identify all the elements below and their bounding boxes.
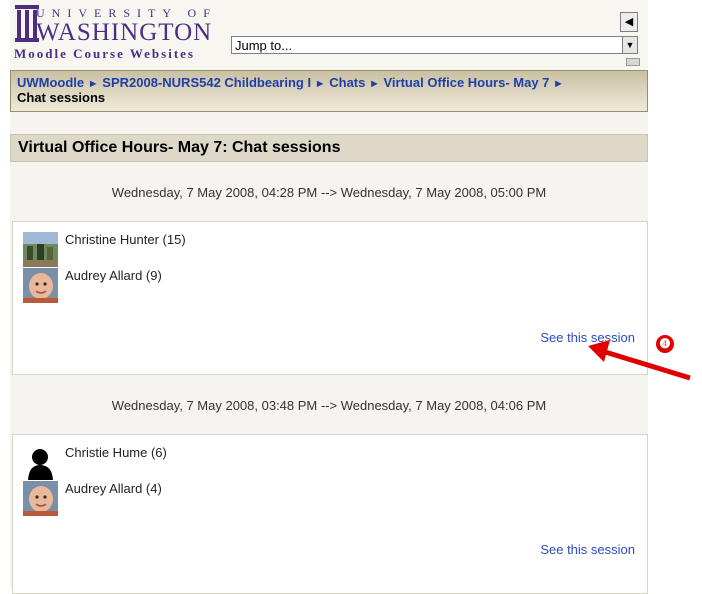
avatar[interactable] [23, 268, 58, 303]
breadcrumb: UWMoodle ► SPR2008-NURS542 Childbearing … [10, 70, 648, 112]
nav-next-button[interactable] [626, 58, 640, 66]
breadcrumb-chats[interactable]: Chats [329, 75, 365, 90]
page-title: Virtual Office Hours- May 7: Chat sessio… [10, 134, 648, 162]
avatar[interactable] [23, 232, 58, 267]
nav-prev-button[interactable]: ◀ [620, 12, 638, 32]
logo-subtitle: Moodle Course Websites [14, 46, 195, 61]
silhouette-icon[interactable] [23, 445, 58, 480]
user-name[interactable]: Christie Hume (6) [65, 445, 167, 460]
breadcrumb-separator-icon: ► [368, 78, 380, 90]
logo-washington: WASHINGTON [36, 19, 213, 46]
breadcrumb-course[interactable]: SPR2008-NURS542 Childbearing I [102, 75, 311, 90]
breadcrumb-separator-icon: ► [314, 78, 326, 90]
user-name[interactable]: Audrey Allard (9) [65, 268, 162, 283]
breadcrumb-separator-icon: ► [87, 78, 99, 90]
jump-to-value: Jump to... [235, 38, 293, 53]
chevron-down-icon[interactable]: ▼ [622, 37, 637, 53]
session-box: Christie Hume (6) Audrey Allard (4) See … [12, 434, 648, 594]
see-session-link[interactable]: See this session [540, 542, 635, 557]
user-name[interactable]: Audrey Allard (4) [65, 481, 162, 496]
avatar[interactable] [23, 481, 58, 516]
breadcrumb-current: Chat sessions [17, 90, 106, 105]
session-time: Wednesday, 7 May 2008, 03:48 PM --> Wedn… [111, 398, 547, 413]
triangle-left-icon: ◀ [624, 16, 634, 28]
breadcrumb-uwmoodle[interactable]: UWMoodle [17, 75, 84, 90]
user-name[interactable]: Christine Hunter (15) [65, 232, 186, 247]
annotation-arrow-icon [588, 340, 691, 381]
session-box: Christine Hunter (15) Audrey Allard (9) … [12, 221, 648, 375]
breadcrumb-separator-icon: ► [553, 78, 564, 90]
uw-logo[interactable]: UNIVERSITY OF WASHINGTON Moodle Course W… [14, 4, 234, 64]
session-time: Wednesday, 7 May 2008, 04:28 PM --> Wedn… [111, 185, 547, 200]
breadcrumb-chat-activity[interactable]: Virtual Office Hours- May 7 [384, 75, 550, 90]
jump-to-select[interactable]: Jump to... ▼ [231, 36, 638, 54]
